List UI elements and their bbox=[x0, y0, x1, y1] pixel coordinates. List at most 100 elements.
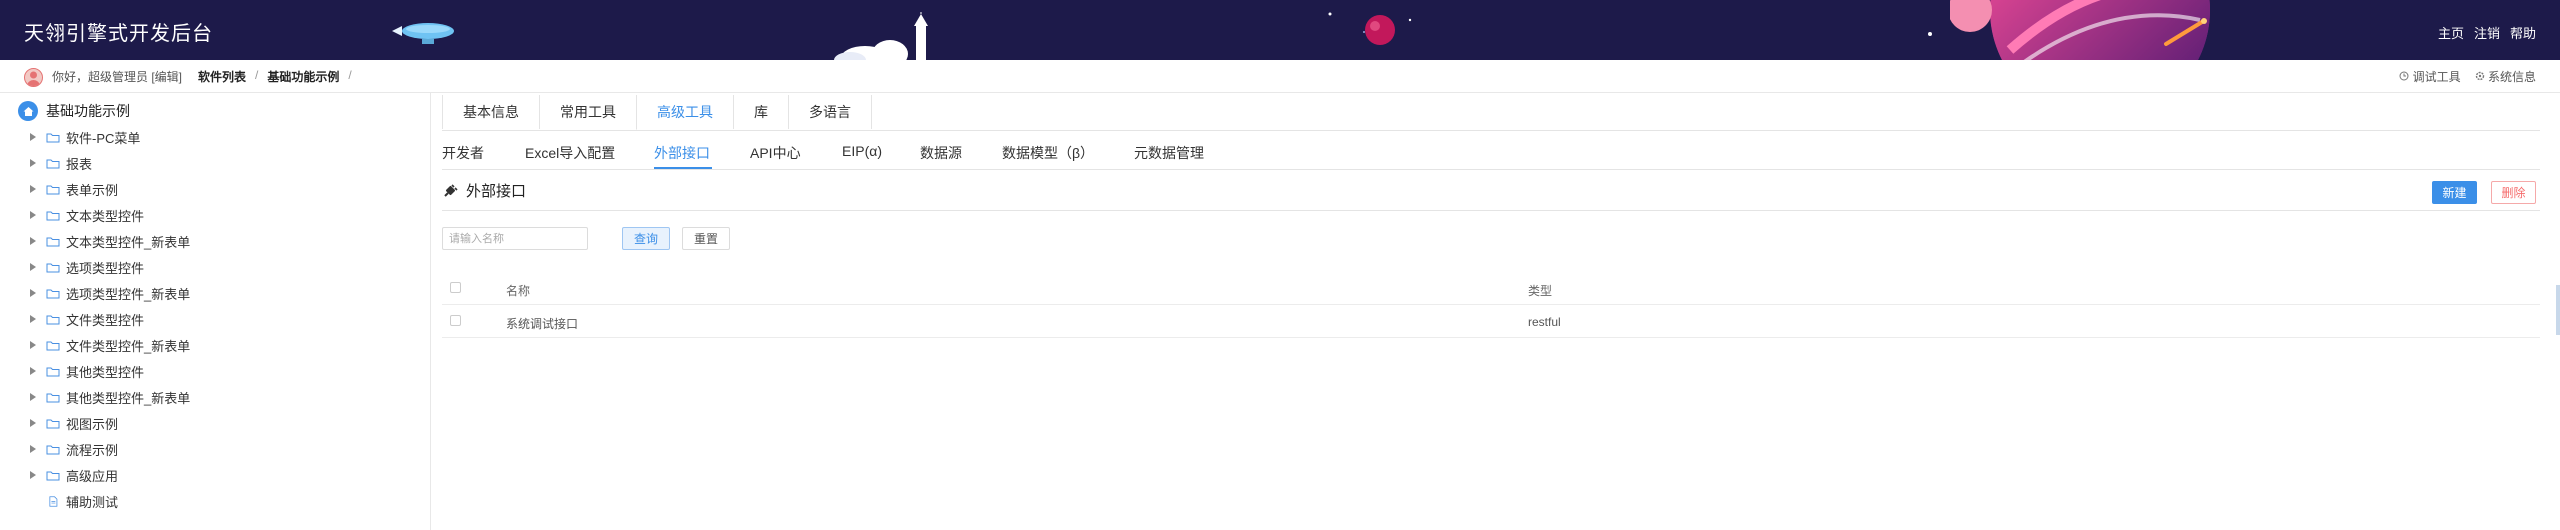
tree-item-label: 文件类型控件 bbox=[66, 312, 145, 328]
query-button[interactable]: 查询 bbox=[622, 227, 670, 250]
folder-icon bbox=[46, 341, 60, 350]
tab-secondary[interactable]: 开发者 bbox=[442, 143, 484, 163]
row-type: restful bbox=[1528, 315, 1561, 329]
breadcrumb: 软件列表 / 基础功能示例 / bbox=[198, 68, 352, 85]
caret-right-icon[interactable] bbox=[28, 340, 38, 350]
debug-tools-link[interactable]: 调试工具 bbox=[2399, 68, 2461, 85]
tree-item-label: 流程示例 bbox=[66, 442, 119, 458]
tab-secondary[interactable]: 数据源 bbox=[920, 143, 962, 163]
tab-secondary[interactable]: EIP(α) bbox=[842, 143, 882, 159]
debug-tools-label: 调试工具 bbox=[2412, 70, 2461, 84]
panel-title: 外部接口 bbox=[442, 180, 526, 201]
tree-item-label: 文本类型控件 bbox=[66, 208, 145, 224]
tree-item[interactable]: 高级应用 bbox=[28, 464, 118, 486]
tab-primary[interactable]: 库 bbox=[733, 95, 788, 129]
divider bbox=[442, 210, 2540, 211]
tab-primary[interactable]: 基本信息 bbox=[442, 95, 539, 129]
caret-right-icon[interactable] bbox=[28, 158, 38, 168]
gear-icon bbox=[2475, 71, 2484, 81]
column-type-header: 类型 bbox=[1528, 284, 1553, 298]
breadcrumb-basic-demo[interactable]: 基础功能示例 bbox=[267, 68, 339, 85]
select-all-checkbox[interactable] bbox=[450, 282, 461, 293]
tab-secondary[interactable]: 元数据管理 bbox=[1134, 143, 1204, 163]
caret-right-icon[interactable] bbox=[28, 470, 38, 480]
tab-secondary[interactable]: Excel导入配置 bbox=[525, 143, 615, 163]
caret-right-icon[interactable] bbox=[28, 132, 38, 142]
delete-button[interactable]: 删除 bbox=[2491, 181, 2536, 204]
caret-right-icon[interactable] bbox=[28, 236, 38, 246]
folder-icon bbox=[46, 289, 60, 298]
file-icon bbox=[49, 495, 58, 507]
row-checkbox[interactable] bbox=[450, 315, 461, 326]
tree-item[interactable]: 选项类型控件_新表单 bbox=[28, 282, 190, 304]
reset-button[interactable]: 重置 bbox=[682, 227, 730, 250]
scrollbar[interactable] bbox=[2556, 285, 2560, 335]
panel-title-text: 外部接口 bbox=[466, 183, 527, 200]
folder-icon bbox=[46, 237, 60, 246]
secondary-tabs: 开发者 Excel导入配置 外部接口 API中心 EIP(α) 数据源 数据模型（β） 元数据… bbox=[442, 137, 2540, 170]
home-link[interactable]: 主页 bbox=[2438, 23, 2464, 42]
tree-item[interactable]: 软件-PC菜单 bbox=[28, 126, 140, 148]
active-tab-indicator bbox=[654, 167, 712, 169]
help-link[interactable]: 帮助 bbox=[2510, 23, 2536, 42]
tree-root[interactable]: 基础功能示例 bbox=[18, 101, 130, 121]
tree-item[interactable]: 表单示例 bbox=[28, 178, 118, 200]
tree-item[interactable]: 文本类型控件_新表单 bbox=[28, 230, 190, 252]
table-row[interactable]: 系统调试接口 restful bbox=[442, 305, 2540, 338]
tree-item[interactable]: 其他类型控件_新表单 bbox=[28, 386, 190, 408]
folder-icon bbox=[46, 419, 60, 428]
tree-item-label: 文件类型控件_新表单 bbox=[66, 338, 191, 354]
caret-right-icon[interactable] bbox=[28, 262, 38, 272]
lighthouse-illustration bbox=[834, 12, 928, 60]
logout-link[interactable]: 注销 bbox=[2474, 23, 2500, 42]
search-input[interactable] bbox=[442, 227, 588, 250]
app-title: 天翎引擎式开发后台 bbox=[24, 23, 213, 45]
tree-item-label: 表单示例 bbox=[66, 182, 119, 198]
tree-item[interactable]: 文本类型控件 bbox=[28, 204, 144, 226]
header-nav: 主页 注销 帮助 bbox=[2438, 23, 2536, 42]
star-icon bbox=[1928, 32, 1932, 36]
tree-root-label: 基础功能示例 bbox=[46, 103, 130, 119]
tree-item[interactable]: 辅助测试 bbox=[28, 490, 118, 512]
tree-item-label: 视图示例 bbox=[66, 416, 119, 432]
tree-item[interactable]: 报表 bbox=[28, 152, 92, 174]
folder-icon bbox=[46, 185, 60, 194]
tab-primary[interactable]: 多语言 bbox=[788, 95, 872, 129]
tab-secondary[interactable]: API中心 bbox=[750, 143, 801, 163]
caret-right-icon[interactable] bbox=[28, 210, 38, 220]
tab-primary[interactable]: 常用工具 bbox=[539, 95, 636, 129]
tree-item-label: 选项类型控件 bbox=[66, 260, 145, 276]
home-icon bbox=[18, 101, 38, 121]
caret-right-icon[interactable] bbox=[28, 366, 38, 376]
primary-tabs: 基本信息 常用工具 高级工具库多语言 bbox=[442, 95, 2540, 131]
caret-right-icon[interactable] bbox=[28, 418, 38, 428]
user-breadcrumb-bar: 你好，超级管理员 [编辑] 软件列表 / 基础功能示例 / 调试工具 系统信息 bbox=[0, 60, 2560, 93]
tree-item-label: 其他类型控件_新表单 bbox=[66, 390, 191, 406]
breadcrumb-software-list[interactable]: 软件列表 bbox=[198, 68, 246, 85]
avatar[interactable] bbox=[24, 68, 43, 87]
table-header: 名称 类型 bbox=[442, 272, 2540, 305]
tab-secondary[interactable]: 数据模型（β） bbox=[1002, 143, 1094, 163]
folder-icon bbox=[46, 211, 60, 220]
caret-right-icon[interactable] bbox=[28, 444, 38, 454]
tree-item[interactable]: 流程示例 bbox=[28, 438, 118, 460]
folder-icon bbox=[46, 263, 60, 272]
tree-item[interactable]: 选项类型控件 bbox=[28, 256, 144, 278]
tree-item-label: 文本类型控件_新表单 bbox=[66, 234, 191, 250]
row-name[interactable]: 系统调试接口 bbox=[506, 315, 578, 332]
tab-secondary[interactable]: 外部接口 bbox=[654, 143, 710, 163]
tree-item[interactable]: 视图示例 bbox=[28, 412, 118, 434]
tree-item[interactable]: 文件类型控件_新表单 bbox=[28, 334, 190, 356]
user-greeting[interactable]: 你好，超级管理员 [编辑] bbox=[52, 68, 182, 85]
tree-item[interactable]: 其他类型控件 bbox=[28, 360, 144, 382]
new-button[interactable]: 新建 bbox=[2432, 181, 2477, 204]
system-info-link[interactable]: 系统信息 bbox=[2475, 68, 2536, 85]
caret-right-icon[interactable] bbox=[28, 314, 38, 324]
folder-icon bbox=[46, 471, 60, 480]
caret-right-icon[interactable] bbox=[28, 392, 38, 402]
tab-primary[interactable]: 高级工具 bbox=[636, 95, 733, 130]
caret-right-icon[interactable] bbox=[28, 184, 38, 194]
caret-right-icon[interactable] bbox=[28, 288, 38, 298]
folder-icon bbox=[46, 133, 60, 142]
tree-item[interactable]: 文件类型控件 bbox=[28, 308, 144, 330]
